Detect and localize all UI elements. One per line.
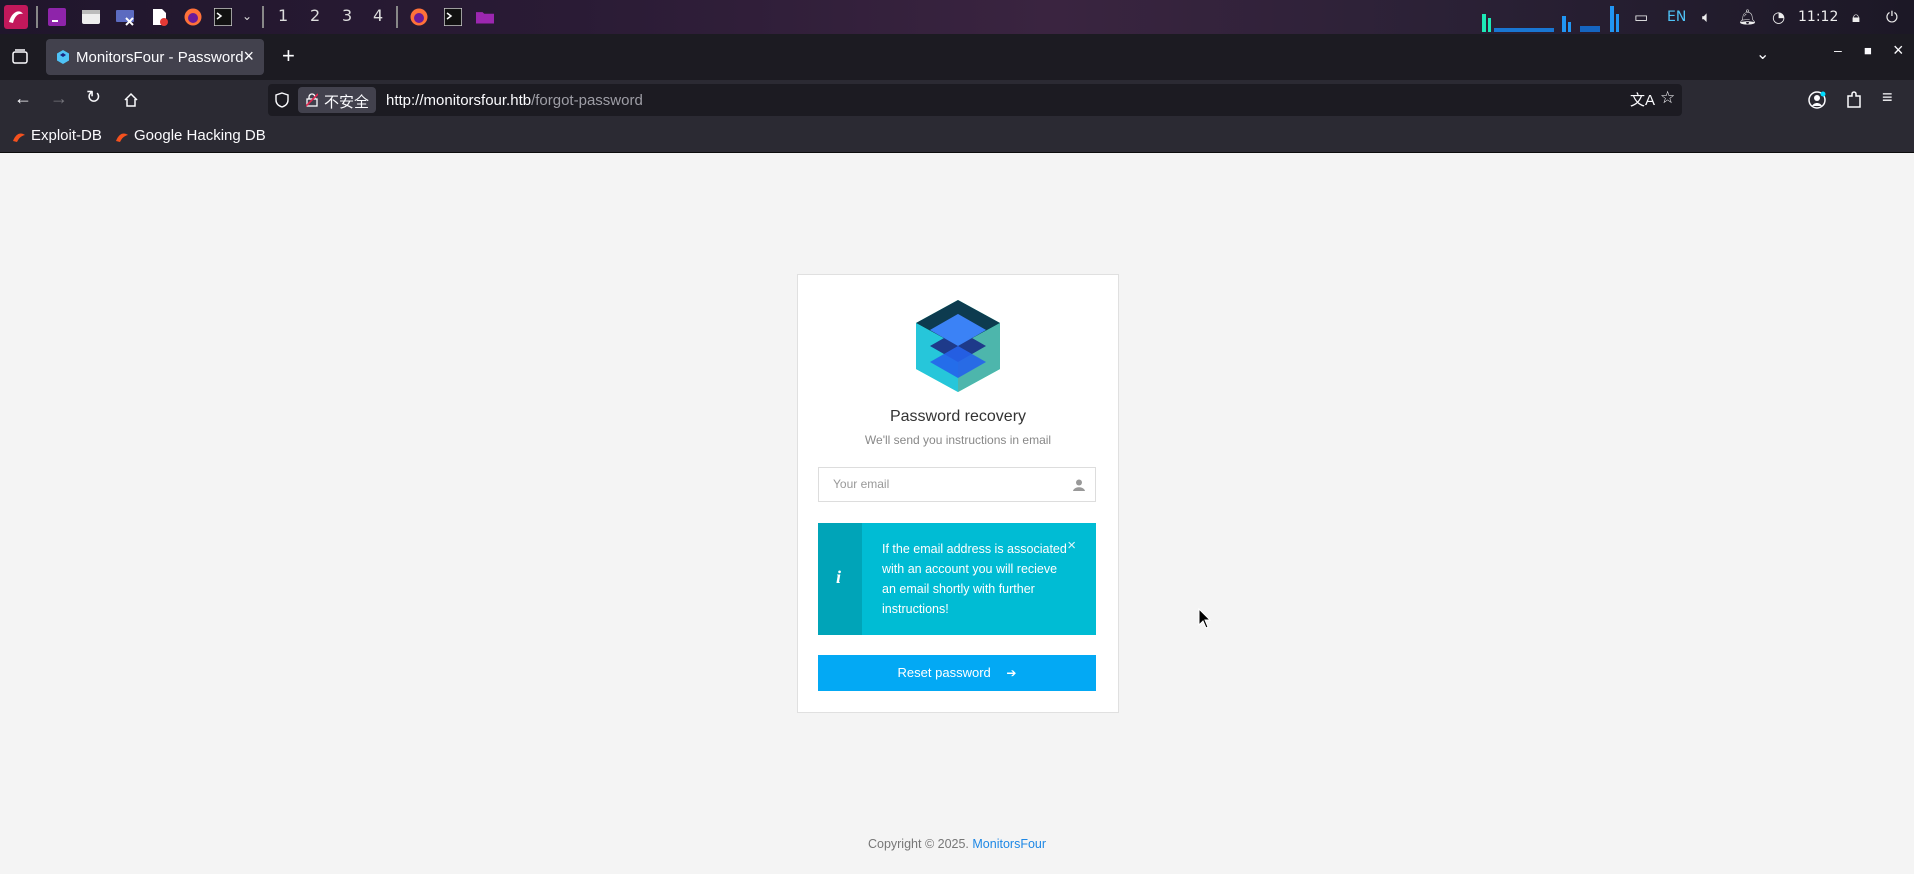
clock-icon: ◔: [1772, 8, 1786, 26]
alert-icon-strip: i: [818, 523, 862, 635]
minimize-icon[interactable]: –: [1834, 42, 1842, 58]
settings-app-icon[interactable]: [116, 8, 134, 26]
email-input[interactable]: [831, 476, 1065, 492]
close-tab-icon[interactable]: ×: [243, 46, 254, 67]
tab-title: MonitorsFour - Password: [76, 49, 244, 66]
power-icon[interactable]: ⏻: [1886, 8, 1898, 26]
home-icon[interactable]: [123, 92, 139, 108]
translate-icon[interactable]: 文A: [1630, 89, 1655, 110]
tab-overview-icon[interactable]: [12, 49, 28, 65]
password-recovery-card: Password recovery We'll send you instruc…: [797, 274, 1119, 713]
browser-nav-bar: ← → ↻ 不安全 http://monitorsfour.htb/forgot…: [0, 80, 1914, 120]
lock-screen-icon[interactable]: 🔒︎: [1852, 8, 1860, 26]
account-icon[interactable]: [1808, 91, 1826, 109]
mouse-cursor-icon: [1198, 608, 1212, 629]
url-host: http://monitorsfour.htb: [386, 92, 532, 109]
alert-message: If the email address is associated with …: [882, 542, 1067, 616]
reset-password-button[interactable]: Reset password ➔: [818, 655, 1096, 691]
kali-menu-icon[interactable]: [4, 5, 28, 29]
url-text[interactable]: http://monitorsfour.htb/forgot-password: [386, 92, 643, 109]
folder-window-icon[interactable]: [476, 8, 494, 26]
bookmarks-bar: Exploit-DB Google Hacking DB: [0, 120, 1914, 153]
url-path: /forgot-password: [531, 92, 643, 109]
alert-close-icon[interactable]: ×: [1067, 537, 1076, 554]
page-title: Password recovery: [889, 408, 1027, 425]
bookmark-google-hacking-db[interactable]: Google Hacking DB: [134, 127, 266, 144]
insecure-lock-icon: [306, 93, 318, 107]
workspace-2[interactable]: 2: [310, 6, 320, 25]
list-all-tabs-icon[interactable]: ⌄: [1756, 44, 1769, 64]
copyright-text: Copyright © 2025.: [867, 837, 969, 851]
page-subtitle: We'll send you instructions in email: [864, 433, 1052, 447]
reload-icon[interactable]: ↻: [86, 87, 101, 108]
exploit-db-favicon-icon: [13, 133, 25, 142]
close-window-icon[interactable]: ×: [1893, 40, 1904, 61]
terminal-window-icon[interactable]: [444, 8, 462, 26]
display-icon[interactable]: ▭: [1634, 8, 1648, 26]
info-alert: i If the email address is associated wit…: [818, 523, 1096, 635]
site-favicon-icon: [57, 50, 69, 64]
workspace-1[interactable]: 1: [278, 6, 288, 25]
clock-time: 11:12: [1798, 9, 1839, 25]
ghdb-favicon-icon: [116, 133, 128, 142]
workspace-3[interactable]: 3: [342, 6, 352, 25]
new-tab-icon[interactable]: +: [282, 43, 295, 69]
maximize-icon[interactable]: ■: [1864, 43, 1872, 58]
app-menu-icon[interactable]: ≡: [1882, 87, 1893, 108]
info-icon: i: [836, 567, 842, 587]
forward-icon[interactable]: →: [50, 88, 68, 109]
reset-password-label: Reset password: [897, 665, 991, 680]
notification-bell-icon[interactable]: 🔔︎: [1738, 8, 1757, 26]
back-icon[interactable]: ←: [14, 88, 32, 109]
firefox-window-icon[interactable]: [410, 8, 428, 26]
security-indicator[interactable]: 不安全: [298, 87, 376, 113]
firefox-launcher-icon[interactable]: [184, 8, 202, 26]
system-taskbar: ⌄ 1 2 3 4 ▭ EN 🔈︎ 🔔︎ ◔ 11:12 🔒︎ ⏻: [0, 0, 1914, 34]
terminal-launcher-icon[interactable]: [214, 8, 232, 26]
extensions-icon[interactable]: [1846, 91, 1862, 109]
text-editor-icon[interactable]: [150, 8, 168, 26]
arrow-right-icon: ➔: [1006, 666, 1017, 680]
workspace-4[interactable]: 4: [373, 6, 383, 25]
chevron-down-icon[interactable]: ⌄: [242, 9, 252, 23]
monitorsfour-logo: [916, 300, 1000, 392]
browser-tab-active[interactable]: MonitorsFour - Password ×: [46, 39, 264, 75]
terminal-app-icon[interactable]: [48, 8, 66, 26]
footer-link[interactable]: MonitorsFour: [972, 837, 1046, 851]
email-field[interactable]: [818, 467, 1096, 502]
file-manager-icon[interactable]: [82, 8, 100, 26]
bookmark-exploit-db[interactable]: Exploit-DB: [31, 127, 102, 144]
bookmark-star-icon[interactable]: ☆: [1660, 88, 1675, 108]
insecure-label: 不安全: [324, 93, 370, 111]
user-icon: [1073, 479, 1085, 491]
address-bar[interactable]: 不安全 http://monitorsfour.htb/forgot-passw…: [268, 84, 1682, 116]
browser-tab-bar: MonitorsFour - Password × + ⌄ – ■ ×: [0, 34, 1914, 80]
volume-icon[interactable]: 🔈︎: [1702, 8, 1711, 26]
page-footer: Copyright © 2025. MonitorsFour: [0, 837, 1914, 851]
tracking-shield-icon[interactable]: [275, 92, 289, 108]
keyboard-language[interactable]: EN: [1667, 9, 1686, 25]
network-graph-icon: [1482, 6, 1619, 32]
